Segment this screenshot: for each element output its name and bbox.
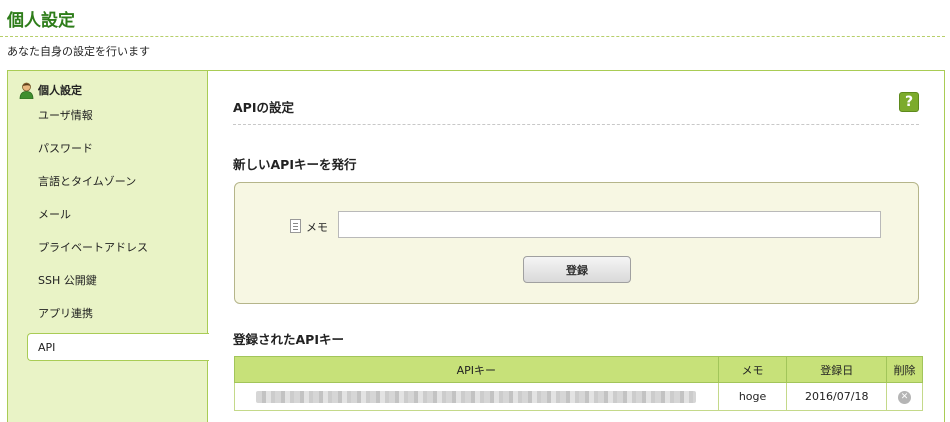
section-divider [233, 124, 919, 125]
section-title: APIの設定 [233, 100, 294, 115]
api-keys-table: APIキー メモ 登録日 削除 hoge 2016/07/18 ✕ [234, 356, 923, 411]
sidebar-item-ssh-key[interactable]: SSH 公開鍵 [38, 272, 97, 288]
delete-icon[interactable]: ✕ [898, 391, 912, 404]
sidebar-item-language-timezone[interactable]: 言語とタイムゾーン [38, 173, 136, 189]
delete-cell: ✕ [886, 382, 923, 411]
sidebar-item-user-info[interactable]: ユーザ情報 [38, 107, 93, 123]
date-cell: 2016/07/18 [786, 382, 888, 411]
memo-cell: hoge [717, 382, 788, 411]
column-header-date: 登録日 [786, 356, 888, 383]
sidebar-header: 個人設定 [19, 81, 82, 99]
settings-panel: 個人設定 ユーザ情報 パスワード 言語とタイムゾーン メール プライベートアドレ… [7, 70, 945, 422]
sidebar-item-label: API [38, 341, 56, 354]
sidebar-item-password[interactable]: パスワード [38, 140, 93, 156]
register-button[interactable]: 登録 [523, 256, 631, 283]
title-divider [0, 36, 945, 37]
page-description: あなた自身の設定を行います [7, 45, 150, 58]
person-icon [19, 82, 34, 99]
column-header-memo: メモ [717, 356, 788, 383]
page-title: 個人設定 [7, 11, 75, 31]
sidebar: 個人設定 ユーザ情報 パスワード 言語とタイムゾーン メール プライベートアドレ… [8, 71, 208, 422]
registered-keys-title: 登録されたAPIキー [233, 332, 344, 347]
table-header-row: APIキー メモ 登録日 削除 [234, 356, 923, 383]
help-icon[interactable]: ? [899, 92, 919, 112]
sidebar-item-mail[interactable]: メール [38, 206, 71, 222]
memo-input[interactable] [338, 211, 881, 238]
sidebar-item-app-integration[interactable]: アプリ連携 [38, 305, 93, 321]
api-key-cell [234, 382, 719, 411]
main-content: APIの設定 ? 新しいAPIキーを発行 メモ 登録 登録されたAPIキー AP… [209, 71, 945, 422]
issue-key-title: 新しいAPIキーを発行 [233, 157, 357, 172]
memo-label: メモ [306, 221, 328, 234]
sidebar-item-private-address[interactable]: プライベートアドレス [38, 239, 148, 255]
sidebar-item-api[interactable]: API [27, 333, 209, 361]
column-header-delete: 削除 [886, 356, 923, 383]
issue-key-form: メモ 登録 [234, 182, 919, 304]
redacted-api-key [256, 390, 697, 403]
sidebar-header-label: 個人設定 [38, 84, 82, 97]
column-header-api-key: APIキー [234, 356, 719, 383]
memo-icon [290, 219, 301, 233]
table-row: hoge 2016/07/18 ✕ [234, 382, 923, 411]
